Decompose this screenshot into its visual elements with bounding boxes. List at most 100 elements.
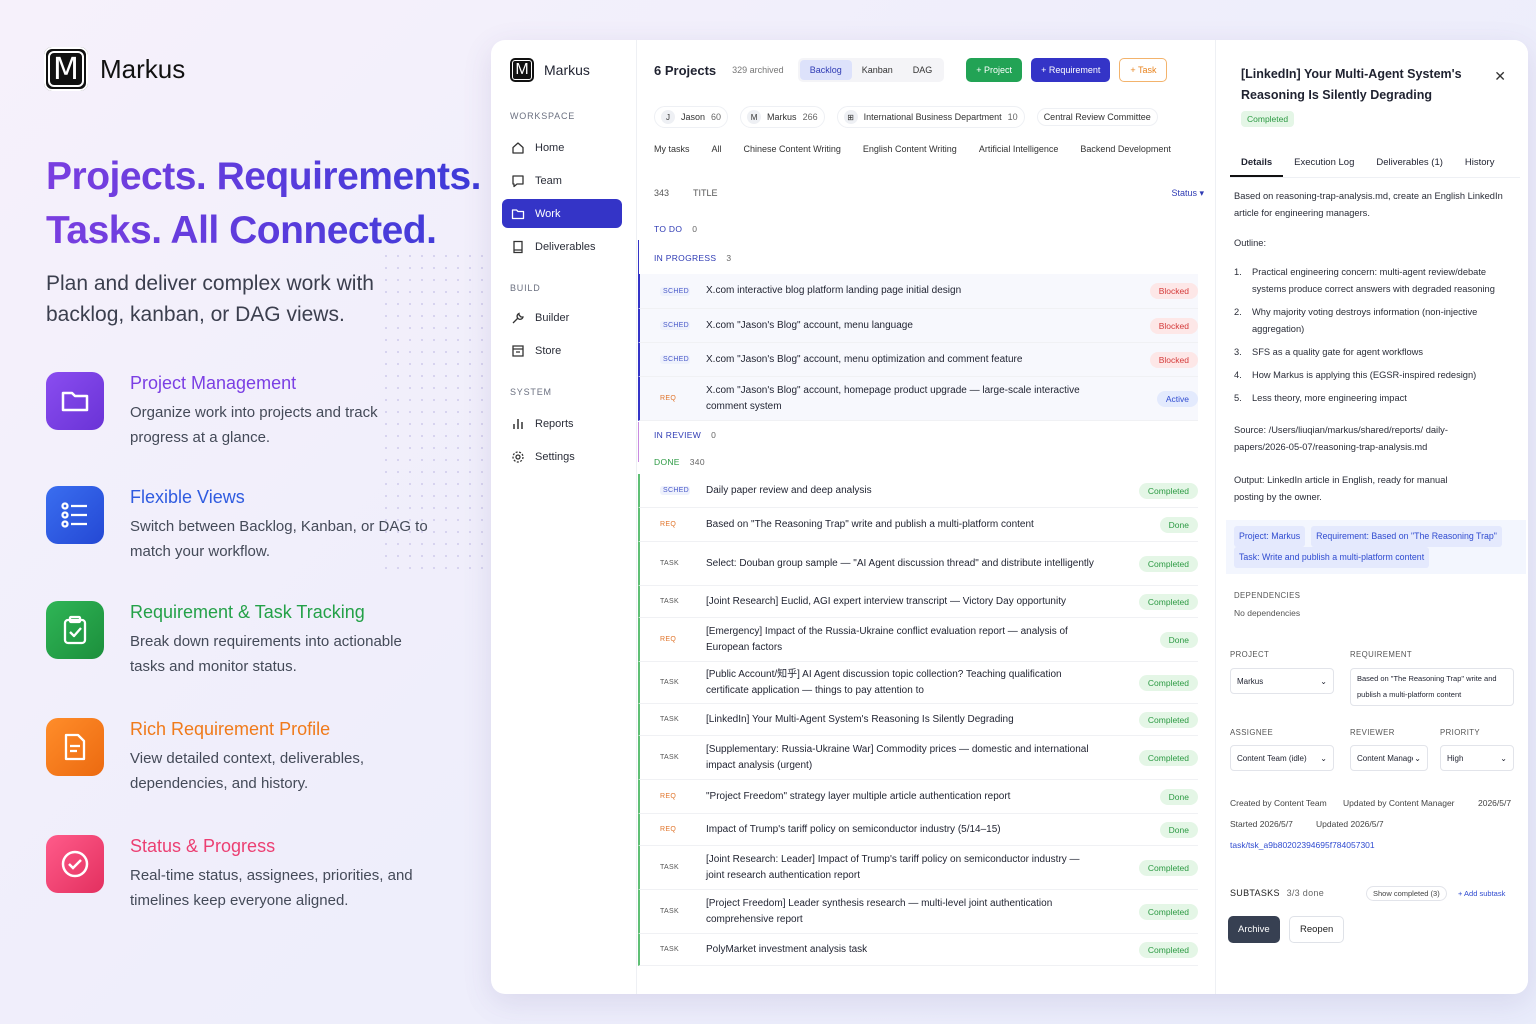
list-item[interactable]: TASK [Joint Research] Euclid, AGI expert … [638,586,1198,618]
feature-desc: View detailed context, deliverables, dep… [130,750,365,792]
list-item[interactable]: REQ X.com "Jason's Blog" account, homepag… [638,377,1198,421]
reviewer-select[interactable]: Content Manager ⌄ [1350,745,1428,771]
filter-chip[interactable]: Central Review Committee [1036,108,1158,126]
status-filter[interactable]: Status ▾ [1171,188,1204,199]
reopen-button[interactable]: Reopen [1289,916,1345,943]
brand: M Markus [44,47,185,91]
type-tag: REQ [660,793,677,800]
sidebar-item-team[interactable]: Team [502,166,622,195]
sidebar-item-work[interactable]: Work [502,199,622,228]
item-title: Select: Douban group sample — "AI Agent … [706,557,1094,569]
assignee-select[interactable]: Content Team (idle) ⌄ [1230,745,1334,771]
related-links: Project: Markus Requirement: Based on "Th… [1226,520,1526,574]
type-tag: SCHED [660,321,690,330]
group-in-progress[interactable]: IN PROGRESS 3 [654,253,731,263]
projects-title[interactable]: 6 Projects [654,63,716,78]
project-select[interactable]: Markus ⌄ [1230,668,1334,694]
requirement-link[interactable]: Requirement: Based on "The Reasoning Tra… [1311,526,1502,547]
add-task-button[interactable]: + Task [1119,58,1168,82]
add-subtask-button[interactable]: + Add subtask [1458,889,1505,898]
tab-english-content-writing[interactable]: English Content Writing [863,144,957,154]
filter-chip[interactable]: J Jason 60 [654,106,729,128]
feature-title: Status & Progress [130,836,276,856]
clipboard-check-icon [46,601,104,659]
headline: Projects. Requirements. Tasks. All Conne… [46,150,481,258]
filter-chip[interactable]: ⊞ International Business Department 10 [836,106,1025,128]
title-column-header[interactable]: TITLE [693,188,718,199]
item-title: PolyMarket investment analysis task [706,943,868,955]
status-badge: Completed [1138,749,1198,766]
list-item[interactable]: TASK Select: Douban group sample — "AI Ag… [638,542,1198,586]
filter-chip[interactable]: M Markus 266 [740,106,825,128]
tab-history[interactable]: History [1454,150,1506,177]
list-item: 4. How Markus is applying this (EGSR-insp… [1234,370,1477,380]
add-project-button[interactable]: + Project [966,58,1023,82]
requirement-select[interactable]: Based on "The Reasoning Trap" write and … [1350,668,1514,706]
archived-count[interactable]: 329 archived [732,65,784,75]
item-title: X.com "Jason's Blog" account, menu langu… [706,319,913,331]
list-item[interactable]: TASK [Project Freedom] Leader synthesis r… [638,890,1198,934]
view-kanban[interactable]: Kanban [852,60,903,80]
feature-title: Project Management [130,373,297,393]
requirement-label: REQUIREMENT [1350,650,1413,659]
list-item[interactable]: SCHED X.com "Jason's Blog" account, menu … [638,309,1198,343]
task-link[interactable]: Task: Write and publish a multi-platform… [1234,547,1430,568]
type-tag: TASK [660,946,679,953]
sidebar-item-store[interactable]: Store [502,336,622,365]
tab-execution-log[interactable]: Execution Log [1283,150,1365,177]
type-tag: TASK [660,864,679,871]
list-item[interactable]: TASK PolyMarket investment analysis task C… [638,934,1198,966]
tab-backend-development[interactable]: Backend Development [1080,144,1171,154]
feature-desc: Break down requirements into actionable … [130,633,402,675]
type-tag: SCHED [660,286,690,296]
project-link[interactable]: Project: Markus [1234,526,1306,547]
tab-chinese-content-writing[interactable]: Chinese Content Writing [744,144,841,154]
list-item[interactable]: SCHED Daily paper review and deep analysi… [638,474,1198,508]
group-todo[interactable]: TO DO 0 [654,224,697,234]
group-in-review[interactable]: IN REVIEW 0 [654,430,716,440]
list-item[interactable]: REQ "Project Freedom" strategy layer mult… [638,780,1198,814]
item-title: [LinkedIn] Your Multi-Agent System's Rea… [706,713,1014,725]
status-badge: Completed [1138,555,1198,572]
list-item[interactable]: TASK [Public Account/知乎] AI Agent discuss… [638,662,1198,704]
list-item[interactable]: REQ Impact of Trump's tariff policy on se… [638,814,1198,846]
outline-label: Outline: [1234,238,1267,248]
task-id-link[interactable]: task/tsk_a9b80202394695f784057301 [1230,840,1375,850]
tab-my-tasks[interactable]: My tasks [654,144,690,154]
list-icon [46,486,104,544]
show-completed-toggle[interactable]: Show completed (3) [1366,886,1447,901]
view-backlog[interactable]: Backlog [799,60,852,80]
sidebar-item-reports[interactable]: Reports [502,409,622,438]
sidebar-item-deliverables[interactable]: Deliverables [502,232,622,261]
list-item[interactable]: REQ [Emergency] Impact of the Russia-Ukra… [638,618,1198,662]
wrench-icon [512,312,524,323]
view-dag[interactable]: DAG [903,60,943,80]
list-item[interactable]: SCHED X.com "Jason's Blog" account, menu … [638,343,1198,377]
sidebar-item-settings[interactable]: Settings [502,442,622,471]
sidebar-item-builder[interactable]: Builder [502,303,622,332]
view-switcher: Backlog Kanban DAG [797,58,945,82]
toolbar: 6 Projects 329 archived Backlog Kanban D… [654,58,1168,82]
tab-deliverables[interactable]: Deliverables (1) [1365,150,1454,177]
outline-list: 1. Practical engineering concern: multi-a… [1234,264,1519,413]
list-item[interactable]: SCHED X.com interactive blog platform lan… [638,274,1198,309]
feature-title: Requirement & Task Tracking [130,602,365,622]
tab-all[interactable]: All [712,144,722,154]
add-requirement-button[interactable]: + Requirement [1031,58,1111,82]
document-icon [46,718,104,776]
sidebar-item-home[interactable]: Home [502,133,622,162]
archive-button[interactable]: Archive [1228,916,1280,943]
tab-details[interactable]: Details [1230,150,1284,177]
type-tag: TASK [660,754,679,761]
priority-select[interactable]: High ⌄ [1440,745,1514,771]
list-item[interactable]: REQ Based on "The Reasoning Trap" write a… [638,508,1198,542]
section-workspace: WORKSPACE [510,111,576,121]
item-title: [Project Freedom] Leader synthesis resea… [706,897,1053,925]
tab-artificial-intelligence[interactable]: Artificial Intelligence [979,144,1059,154]
list-item[interactable]: TASK [Joint Research: Leader] Impact of T… [638,846,1198,890]
list-item[interactable]: TASK [Supplementary: Russia-Ukraine War] … [638,736,1198,780]
type-tag: TASK [660,679,679,686]
close-icon[interactable]: ✕ [1494,68,1506,85]
group-done[interactable]: DONE 340 [654,457,705,467]
list-item[interactable]: TASK [LinkedIn] Your Multi-Agent System's… [638,704,1198,736]
